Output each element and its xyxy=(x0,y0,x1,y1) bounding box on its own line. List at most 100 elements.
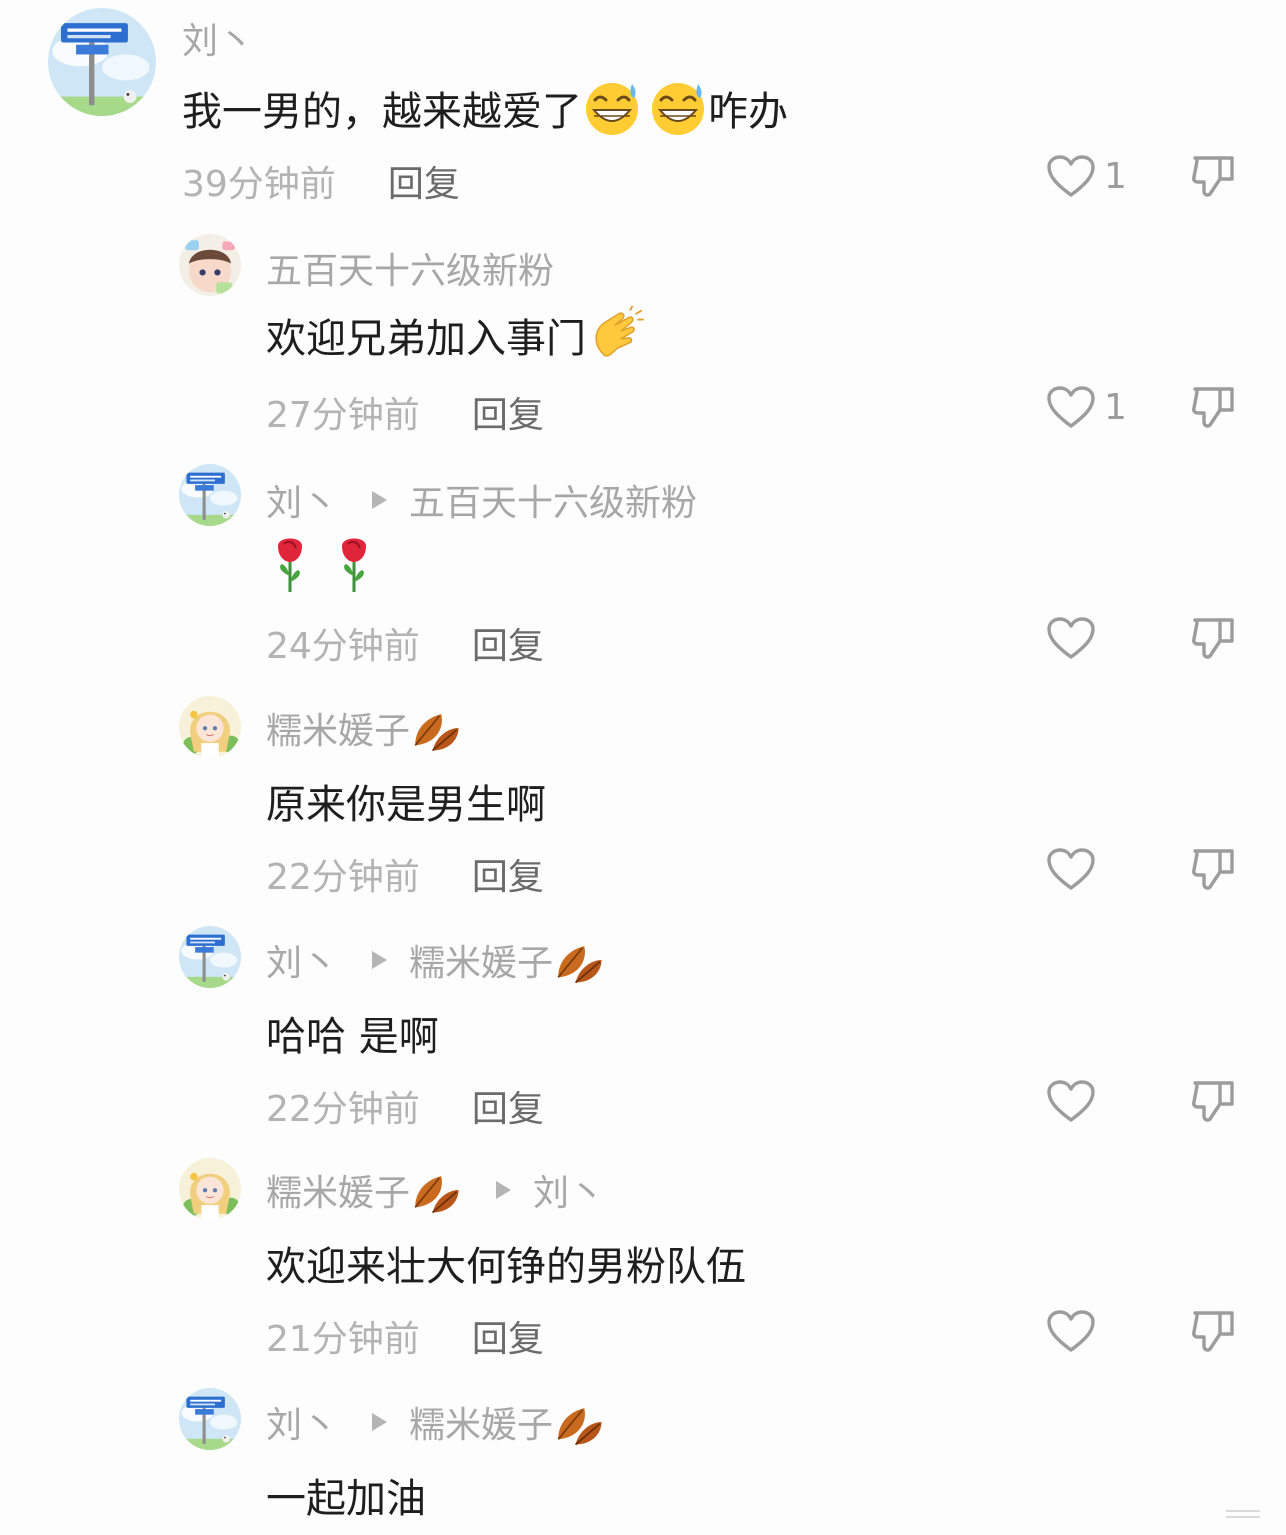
avatar[interactable] xyxy=(179,234,241,296)
comment-author[interactable]: 刘丶 xyxy=(182,12,254,64)
like-button[interactable]: 1 xyxy=(1046,154,1127,198)
user-avatar-image xyxy=(179,1388,241,1450)
play-triangle-icon xyxy=(496,1181,512,1199)
comment-text-main: 欢迎来壮大何铮的男粉队伍 xyxy=(266,1244,746,1290)
clapping-hands-emoji xyxy=(586,306,644,364)
fallen-leaf-emoji xyxy=(410,702,462,754)
reply-button[interactable]: 回复 xyxy=(472,1080,544,1132)
dislike-button[interactable] xyxy=(1190,383,1236,429)
thumbs-down-outline-icon xyxy=(1190,845,1236,891)
comment-author-row: 五百天十六级新粉 xyxy=(266,242,554,294)
comment-meta: 22分钟前 回复 xyxy=(266,1080,544,1132)
like-button[interactable] xyxy=(1046,1309,1096,1353)
fallen-leaf-emoji xyxy=(410,1164,462,1216)
comment-author[interactable]: 刘丶 xyxy=(266,474,338,526)
thumbs-down-outline-icon xyxy=(1190,1077,1236,1123)
comment-author[interactable]: 五百天十六级新粉 xyxy=(266,242,554,294)
dislike-button[interactable] xyxy=(1190,614,1236,660)
comment-meta: 22分钟前 回复 xyxy=(266,848,544,900)
fallen-leaf-emoji xyxy=(553,1396,605,1448)
comment-time: 39分钟前 xyxy=(182,164,336,205)
comment-meta: 21分钟前 回复 xyxy=(266,1310,544,1362)
comment-time: 22分钟前 xyxy=(266,1089,420,1130)
reply-button[interactable]: 回复 xyxy=(472,617,544,669)
comment-author-row: 刘丶 五百天十六级新粉 xyxy=(266,474,697,526)
like-button[interactable]: 1 xyxy=(1046,385,1127,429)
reply-target-author[interactable]: 糯米媛子 xyxy=(409,934,553,986)
comment-text: 原来你是男生啊 xyxy=(266,772,546,830)
comment-author-row: 刘丶 xyxy=(182,12,254,64)
reply-button[interactable]: 回复 xyxy=(472,1310,544,1362)
comment-author[interactable]: 刘丶 xyxy=(266,1396,338,1448)
comment-time: 27分钟前 xyxy=(266,395,420,436)
comment-author[interactable]: 糯米媛子 xyxy=(266,702,410,754)
avatar[interactable] xyxy=(179,1158,241,1220)
comment-text-main: 哈哈 是啊 xyxy=(266,1014,439,1060)
comment-meta: 24分钟前 回复 xyxy=(266,617,544,669)
comment-text: 欢迎来壮大何铮的男粉队伍 xyxy=(266,1234,746,1292)
reply-target-author[interactable]: 刘丶 xyxy=(533,1164,605,1216)
like-button[interactable] xyxy=(1046,1079,1096,1123)
user-avatar-image xyxy=(48,8,156,116)
reply-button[interactable]: 回复 xyxy=(388,155,460,207)
comment-text-main: 一起加油 xyxy=(266,1476,426,1522)
heart-outline-icon xyxy=(1046,847,1096,891)
scroll-handle[interactable] xyxy=(1226,1510,1260,1522)
play-triangle-icon xyxy=(372,491,388,509)
thumbs-down-outline-icon xyxy=(1190,152,1236,198)
play-triangle-icon xyxy=(372,951,388,969)
grinning-sweat-emoji xyxy=(582,78,642,138)
fallen-leaf-emoji xyxy=(553,934,605,986)
heart-outline-icon xyxy=(1046,1079,1096,1123)
comment-time: 24分钟前 xyxy=(266,626,420,667)
comment-author-row: 糯米媛子 xyxy=(266,702,462,754)
dislike-button[interactable] xyxy=(1190,845,1236,891)
comment-text: 欢迎兄弟加入事门 xyxy=(266,306,644,364)
user-avatar-image xyxy=(179,1158,241,1220)
avatar[interactable] xyxy=(179,1388,241,1450)
comment-author[interactable]: 刘丶 xyxy=(266,934,338,986)
comment-author[interactable]: 糯米媛子 xyxy=(266,1164,410,1216)
heart-outline-icon xyxy=(1046,154,1096,198)
dislike-button[interactable] xyxy=(1190,152,1236,198)
avatar[interactable] xyxy=(48,8,156,116)
comment-text-suffix: 咋办 xyxy=(708,89,788,135)
comment-text-main: 欢迎兄弟加入事门 xyxy=(266,316,586,362)
like-button[interactable] xyxy=(1046,847,1096,891)
play-triangle-icon xyxy=(372,1413,388,1431)
comment-meta: 39分钟前 回复 xyxy=(182,155,460,207)
reply-button[interactable]: 回复 xyxy=(472,386,544,438)
comment-text: 我一男的，越来越爱了 咋办 xyxy=(182,78,788,138)
comment-text: 一起加油 xyxy=(266,1466,426,1524)
comment-text-main: 我一男的，越来越爱了 xyxy=(182,89,582,135)
user-avatar-image xyxy=(179,926,241,988)
comment-text-main: 原来你是男生啊 xyxy=(266,782,546,828)
user-avatar-image xyxy=(179,696,241,758)
handle-line xyxy=(1226,1510,1260,1512)
reply-target-author[interactable]: 五百天十六级新粉 xyxy=(409,474,697,526)
handle-line xyxy=(1226,1516,1260,1518)
comment-time: 21分钟前 xyxy=(266,1319,420,1360)
rose-emoji xyxy=(334,534,374,594)
heart-outline-icon xyxy=(1046,385,1096,429)
reply-target-author[interactable]: 糯米媛子 xyxy=(409,1396,553,1448)
comment-time: 22分钟前 xyxy=(266,857,420,898)
dislike-button[interactable] xyxy=(1190,1077,1236,1123)
thumbs-down-outline-icon xyxy=(1190,383,1236,429)
heart-outline-icon xyxy=(1046,1309,1096,1353)
reply-button[interactable]: 回复 xyxy=(472,848,544,900)
like-button[interactable] xyxy=(1046,616,1096,660)
user-avatar-image xyxy=(179,464,241,526)
thumbs-down-outline-icon xyxy=(1190,1307,1236,1353)
avatar[interactable] xyxy=(179,464,241,526)
rose-emoji xyxy=(270,534,310,594)
avatar[interactable] xyxy=(179,696,241,758)
comment-author-row: 糯米媛子 刘丶 xyxy=(266,1164,605,1216)
comment-text xyxy=(270,534,374,594)
comment-meta: 27分钟前 回复 xyxy=(266,386,544,438)
comment-author-row: 刘丶 糯米媛子 xyxy=(266,934,605,986)
thumbs-down-outline-icon xyxy=(1190,614,1236,660)
dislike-button[interactable] xyxy=(1190,1307,1236,1353)
avatar[interactable] xyxy=(179,926,241,988)
comment-text: 哈哈 是啊 xyxy=(266,1004,439,1062)
